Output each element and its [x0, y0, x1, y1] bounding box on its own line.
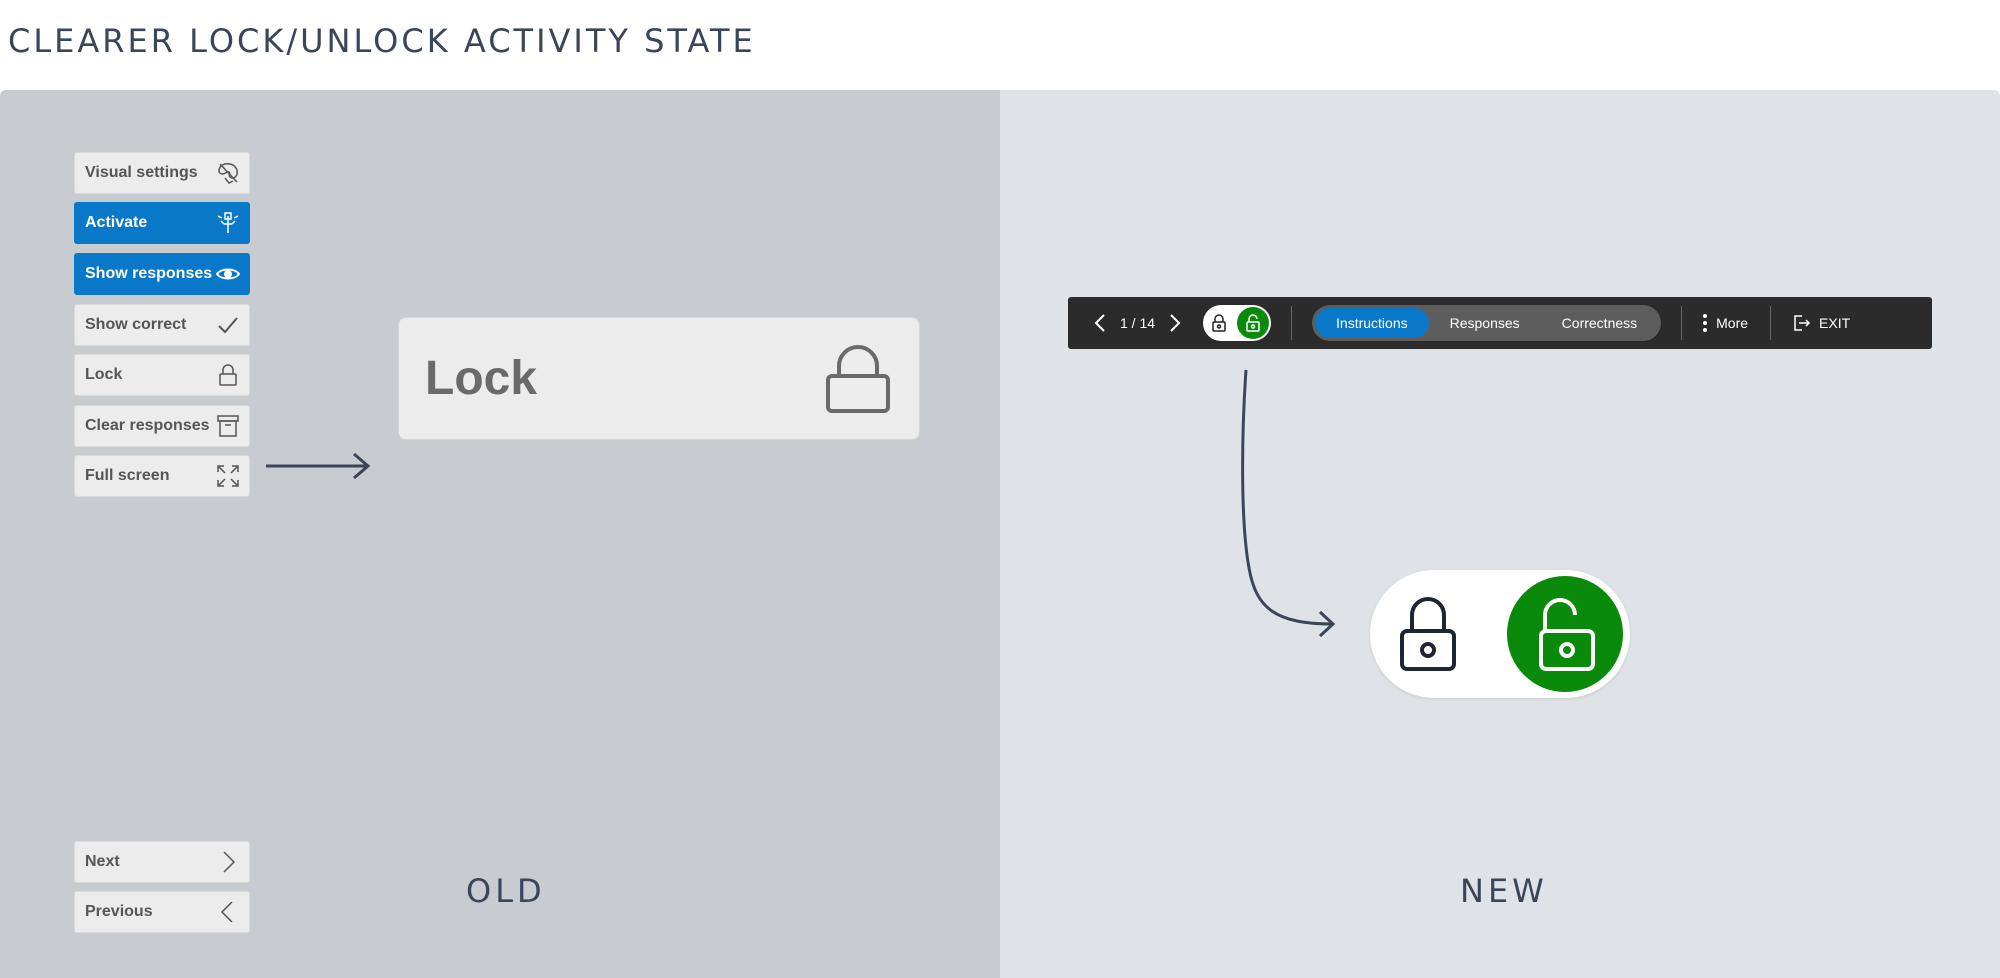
prev-page-button[interactable] [1086, 305, 1114, 341]
previous-button[interactable]: Previous [74, 891, 250, 933]
previous-label: Previous [85, 903, 153, 920]
old-label: OLD [466, 872, 546, 910]
archive-icon [217, 415, 239, 437]
arrow-down-right-icon [1241, 369, 1336, 638]
visual-settings-icon [218, 163, 238, 184]
next-label: Next [85, 853, 120, 870]
eye-icon [215, 268, 241, 280]
show-correct-label: Show correct [85, 316, 187, 333]
toolbar-divider [1770, 306, 1772, 340]
full-screen-label: Full screen [85, 467, 170, 484]
old-panel: Visual settings Activate Show responses … [0, 90, 1000, 978]
unlock-toggle-zoom [1507, 576, 1623, 692]
toolbar-divider [1681, 306, 1683, 340]
exit-button[interactable]: EXIT [1793, 314, 1850, 332]
vertical-dots-icon [1703, 314, 1708, 332]
unlock-icon [1246, 314, 1260, 332]
new-panel: 1 / 14 Instructions Responses Correctnes… [1000, 90, 2000, 978]
checkmark-icon [218, 317, 238, 334]
old-lock-zoom: Lock [398, 317, 920, 440]
chevron-left-icon [220, 901, 233, 923]
visual-settings-button[interactable]: Visual settings [74, 152, 250, 194]
next-page-button[interactable] [1161, 305, 1189, 341]
clear-responses-label: Clear responses [85, 417, 210, 434]
tab-instructions[interactable]: Instructions [1315, 308, 1429, 338]
page-indicator: 1 / 14 [1120, 315, 1156, 331]
show-responses-label: Show responses [85, 265, 213, 282]
old-lock-zoom-label: Lock [425, 352, 538, 405]
lock-icon [826, 344, 890, 413]
clear-responses-button[interactable]: Clear responses [74, 405, 250, 447]
unlock-icon [1539, 598, 1595, 671]
lock-toggle[interactable] [1203, 305, 1272, 341]
show-correct-button[interactable]: Show correct [74, 304, 250, 346]
fullscreen-icon [217, 465, 239, 487]
unlock-toggle-active[interactable] [1237, 307, 1270, 339]
exit-label: EXIT [1819, 315, 1851, 331]
lock-button[interactable]: Lock [74, 354, 250, 396]
lock-icon [219, 364, 237, 386]
more-label: More [1716, 315, 1749, 331]
chevron-right-icon [1170, 314, 1181, 332]
lock-label: Lock [85, 366, 123, 383]
lock-icon[interactable] [1211, 313, 1227, 333]
page-title: CLEARER LOCK/UNLOCK ACTIVITY STATE [8, 22, 756, 60]
next-button[interactable]: Next [74, 841, 250, 883]
show-responses-button[interactable]: Show responses [74, 253, 250, 295]
chevron-right-icon [223, 851, 236, 873]
new-label: NEW [1460, 872, 1548, 910]
visual-settings-label: Visual settings [85, 164, 198, 181]
activate-label: Activate [85, 214, 148, 231]
tab-correctness[interactable]: Correctness [1541, 308, 1658, 338]
lock-toggle-zoom [1370, 570, 1630, 698]
full-screen-button[interactable]: Full screen [74, 455, 250, 497]
activity-toolbar: 1 / 14 Instructions Responses Correctnes… [1068, 297, 1932, 349]
tab-responses[interactable]: Responses [1429, 308, 1541, 338]
view-tabs: Instructions Responses Correctness [1312, 305, 1662, 341]
more-button[interactable]: More [1702, 313, 1748, 333]
activate-button[interactable]: Activate [74, 202, 250, 244]
toolbar-divider [1291, 306, 1293, 340]
activate-icon [217, 212, 239, 233]
chevron-left-icon [1094, 314, 1105, 332]
lock-icon [1400, 597, 1456, 671]
exit-icon [1794, 315, 1811, 331]
arrow-right-icon [266, 452, 371, 480]
